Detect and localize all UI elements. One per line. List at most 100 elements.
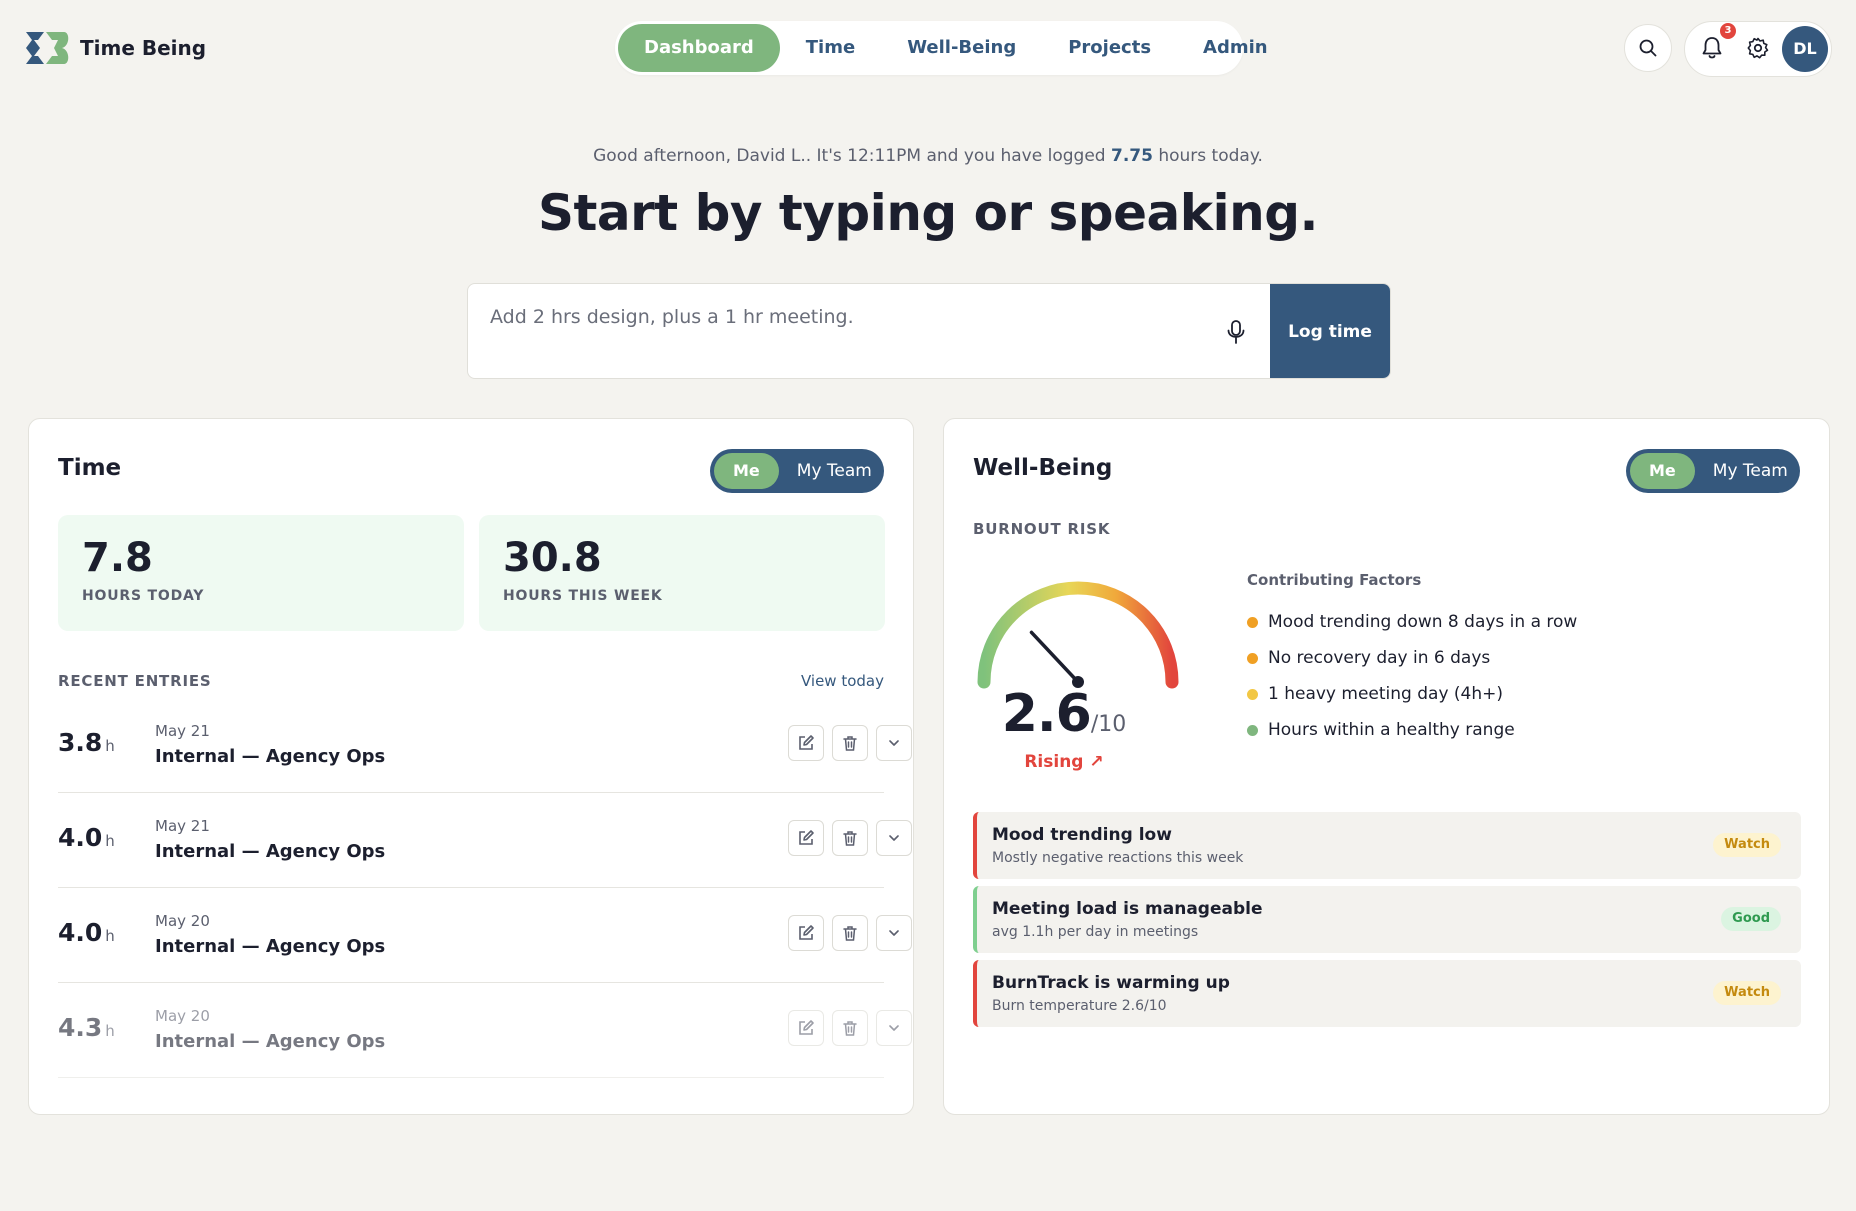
nav-time[interactable]: Time	[780, 24, 881, 72]
edit-entry-button[interactable]	[788, 820, 824, 856]
status-badge: Good	[1721, 907, 1781, 931]
edit-icon	[799, 925, 814, 940]
toggle-my-team[interactable]: My Team	[779, 461, 872, 481]
hours-unit: h	[105, 737, 115, 755]
stat-value: 7.8	[82, 535, 153, 581]
bell-icon[interactable]	[1700, 35, 1724, 61]
trash-icon	[843, 1021, 857, 1036]
microphone-icon[interactable]	[1224, 319, 1248, 345]
well-being-scope-toggle: Me My Team	[1626, 449, 1800, 493]
chevron-down-icon	[889, 930, 899, 936]
nav-projects[interactable]: Projects	[1042, 24, 1177, 72]
hours-unit: h	[105, 832, 115, 850]
nav-admin[interactable]: Admin	[1177, 24, 1294, 72]
entry-hours-value: 3.8	[58, 728, 103, 757]
edit-entry-button[interactable]	[788, 915, 824, 951]
trash-icon	[843, 831, 857, 846]
log-time-box: Log time	[467, 283, 1391, 379]
delete-entry-button[interactable]	[832, 1010, 868, 1046]
search-icon	[1639, 39, 1657, 57]
well-being-card-title: Well-Being	[973, 455, 1113, 481]
toggle-me[interactable]: Me	[714, 453, 779, 489]
time-card: Time Me My Team 7.8 HOURS TODAY 30.8 HOU…	[28, 418, 914, 1115]
expand-entry-button[interactable]	[876, 915, 912, 951]
trend-indicator: Rising ↗	[1024, 752, 1104, 772]
delete-entry-button[interactable]	[832, 725, 868, 761]
entry-hours: 4.3 h	[58, 1013, 115, 1042]
status-badge: Watch	[1713, 981, 1781, 1005]
score-max: /10	[1090, 712, 1127, 737]
edit-icon	[799, 1020, 814, 1035]
notification-badge: 3	[1720, 23, 1736, 39]
entry-date: May 21	[155, 817, 210, 835]
insight-card-meetings[interactable]: Meeting load is manageable avg 1.1h per …	[973, 886, 1801, 953]
expand-entry-button[interactable]	[876, 820, 912, 856]
entry-hours: 4.0 h	[58, 823, 115, 852]
view-today-link[interactable]: View today	[801, 672, 884, 690]
expand-entry-button[interactable]	[876, 725, 912, 761]
log-time-input[interactable]	[468, 284, 1228, 378]
status-dot-icon	[1247, 724, 1258, 736]
stat-value: 30.8	[503, 535, 602, 581]
chevron-down-icon	[889, 1025, 899, 1031]
time-scope-toggle: Me My Team	[710, 449, 884, 493]
insight-title: Meeting load is manageable	[992, 899, 1263, 919]
insight-card-burntrack[interactable]: BurnTrack is warming up Burn temperature…	[973, 960, 1801, 1027]
chevron-down-icon	[889, 835, 899, 841]
gear-icon[interactable]	[1746, 36, 1770, 60]
entry-project: Internal — Agency Ops	[155, 1031, 386, 1052]
greeting-hours: 7.75	[1110, 146, 1153, 166]
factor-item: No recovery day in 6 days	[1247, 648, 1490, 668]
factor-item: 1 heavy meeting day (4h+)	[1247, 684, 1503, 704]
user-avatar[interactable]: DL	[1782, 26, 1828, 72]
nav-well-being[interactable]: Well-Being	[881, 24, 1042, 72]
stat-label: HOURS THIS WEEK	[503, 588, 663, 604]
hours-today-stat: 7.8 HOURS TODAY	[58, 515, 464, 631]
recent-entries-label: RECENT ENTRIES	[58, 672, 212, 690]
status-dot-icon	[1247, 688, 1258, 700]
factor-item: Mood trending down 8 days in a row	[1247, 612, 1577, 632]
nav-dashboard[interactable]: Dashboard	[618, 24, 780, 72]
entry-date: May 20	[155, 912, 210, 930]
entry-date: May 21	[155, 722, 210, 740]
entry-project: Internal — Agency Ops	[155, 746, 386, 767]
factor-text: 1 heavy meeting day (4h+)	[1268, 684, 1504, 704]
insight-card-mood[interactable]: Mood trending low Mostly negative reacti…	[973, 812, 1801, 879]
entry-project: Internal — Agency Ops	[155, 936, 386, 957]
page-title: Start by typing or speaking.	[537, 184, 1319, 242]
edit-icon	[799, 735, 814, 750]
time-being-logo-icon	[26, 32, 69, 64]
app-name: Time Being	[80, 36, 207, 60]
entry-project: Internal — Agency Ops	[155, 841, 386, 862]
toggle-me[interactable]: Me	[1630, 453, 1695, 489]
score-value: 2.6	[1001, 684, 1092, 744]
log-time-button[interactable]: Log time	[1270, 284, 1390, 378]
factor-text: Mood trending down 8 days in a row	[1268, 612, 1578, 632]
entry-date: May 20	[155, 1007, 210, 1025]
trash-icon	[843, 736, 857, 751]
delete-entry-button[interactable]	[832, 820, 868, 856]
entry-hours-value: 4.0	[58, 823, 103, 852]
brand[interactable]: Time Being	[24, 30, 206, 66]
entry-hours-value: 4.0	[58, 918, 103, 947]
main-nav: Dashboard Time Well-Being Projects Admin	[615, 21, 1268, 75]
trash-icon	[843, 926, 857, 941]
expand-entry-button[interactable]	[876, 1010, 912, 1046]
edit-entry-button[interactable]	[788, 1010, 824, 1046]
status-dot-icon	[1247, 616, 1258, 628]
edit-entry-button[interactable]	[788, 725, 824, 761]
hours-week-stat: 30.8 HOURS THIS WEEK	[479, 515, 885, 631]
factor-text: Hours within a healthy range	[1268, 720, 1515, 740]
insight-title: BurnTrack is warming up	[992, 973, 1230, 993]
gauge-arc	[977, 581, 1179, 689]
time-entry: 4.0 h May 20 Internal — Agency Ops	[58, 888, 912, 983]
hours-unit: h	[105, 927, 115, 945]
burnout-risk-label: BURNOUT RISK	[973, 520, 1111, 538]
greeting-text: Good afternoon, David L.. It's 12:11PM a…	[0, 146, 1856, 166]
delete-entry-button[interactable]	[832, 915, 868, 951]
edit-icon	[799, 830, 814, 845]
insight-subtitle: Burn temperature 2.6/10	[992, 998, 1167, 1014]
toggle-my-team[interactable]: My Team	[1695, 461, 1788, 481]
search-button[interactable]	[1624, 24, 1672, 72]
chevron-down-icon	[889, 740, 899, 746]
